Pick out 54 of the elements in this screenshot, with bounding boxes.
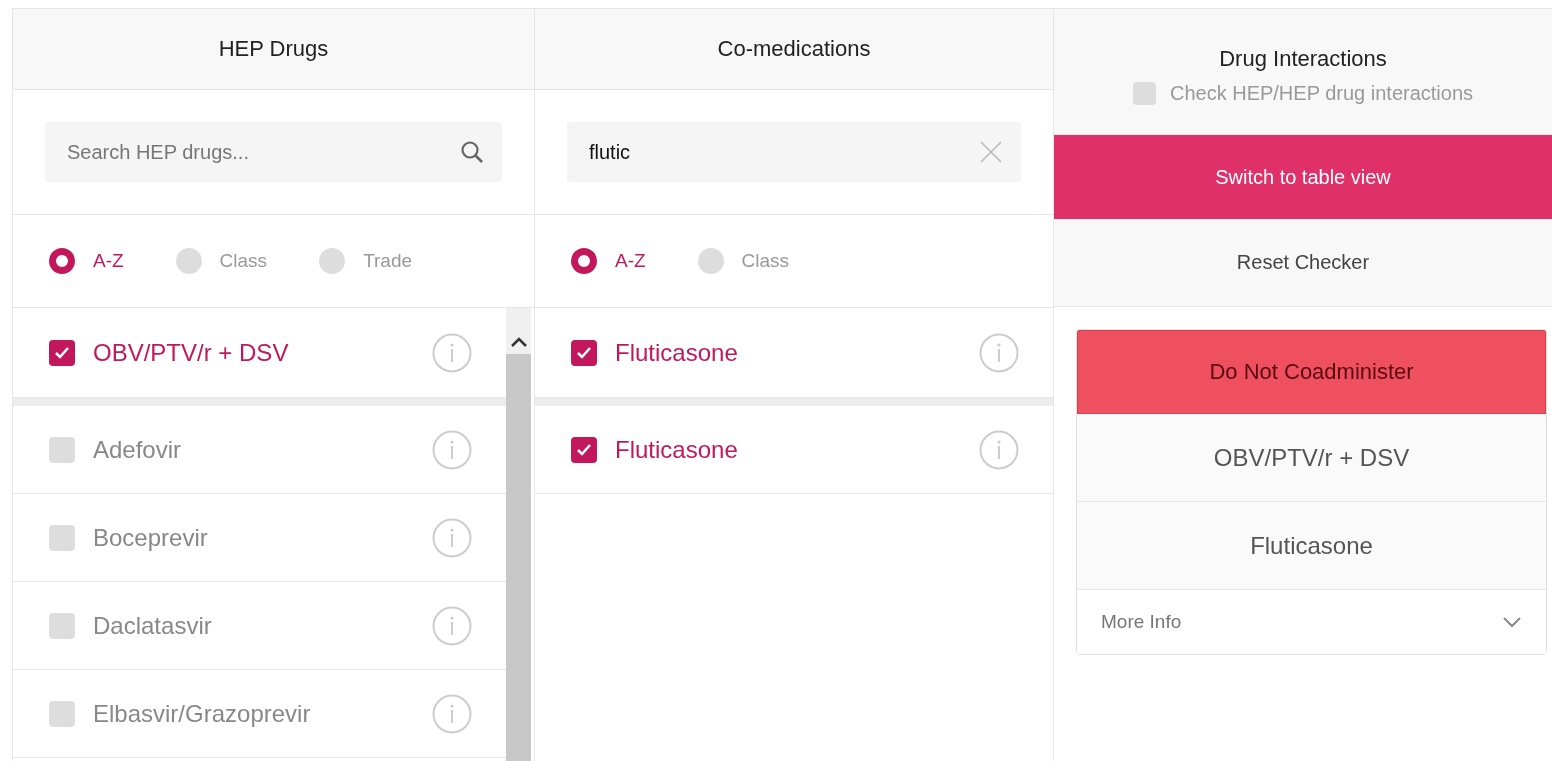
checkbox[interactable] (571, 436, 597, 463)
drug-name: Fluticasone (615, 435, 739, 464)
sort-option[interactable]: Class (697, 248, 790, 274)
checkbox[interactable] (49, 700, 75, 727)
reset-button[interactable]: Reset Checker (1054, 219, 1552, 307)
drug-name: Fluticasone (1077, 502, 1546, 590)
checkbox[interactable] (571, 339, 597, 366)
switch-view-button[interactable]: Switch to table view (1054, 135, 1552, 219)
column-title: Drug Interactions (1219, 46, 1387, 72)
drug-list-item[interactable]: Adefovir (13, 406, 506, 494)
drug-name: Elbasvir/Grazoprevir (93, 699, 312, 728)
info-icon[interactable] (432, 332, 472, 373)
radio-button[interactable] (571, 248, 597, 274)
drug-list-item[interactable]: Fluticasone (535, 406, 1053, 494)
hep-check-option[interactable]: Check HEP/HEP drug interactions (1132, 82, 1474, 105)
checkbox[interactable] (49, 524, 75, 551)
drug-list-item[interactable]: Boceprevir (13, 494, 506, 582)
search-field[interactable]: flutic (567, 122, 1021, 182)
info-icon[interactable] (432, 605, 472, 646)
drug-name: OBV/PTV/r + DSV (1077, 414, 1546, 502)
column-title: HEP Drugs (218, 36, 329, 62)
drug-name: Boceprevir (93, 523, 209, 552)
scroll-up-icon[interactable] (509, 336, 528, 348)
drug-name: OBV/PTV/r + DSV (93, 338, 290, 367)
info-icon[interactable] (979, 429, 1019, 470)
sort-option[interactable]: A-Z (49, 248, 124, 274)
sort-option[interactable]: A-Z (571, 248, 646, 274)
column-title: Co-medications (717, 36, 871, 62)
drug-name: Adefovir (93, 435, 183, 464)
info-icon[interactable] (432, 693, 472, 734)
check-icon (54, 345, 70, 360)
drug-list-item[interactable]: Daclatasvir (13, 582, 506, 670)
search-icon[interactable] (460, 140, 484, 164)
drug-name: Fluticasone (615, 338, 739, 367)
severity-banner: Do Not Coadminister (1077, 330, 1546, 414)
sort-option[interactable]: Trade (319, 248, 413, 274)
drug-name: Daclatasvir (93, 611, 213, 640)
drug-list-item[interactable]: Elbasvir/Grazoprevir (13, 670, 506, 758)
sort-option[interactable]: Class (175, 248, 268, 274)
check-icon (576, 345, 592, 360)
info-icon[interactable] (432, 517, 472, 558)
search-field[interactable]: Search HEP drugs... (45, 122, 502, 182)
checkbox[interactable] (49, 339, 75, 366)
info-icon[interactable] (979, 332, 1019, 373)
radio-button[interactable] (697, 248, 724, 274)
checkbox[interactable] (49, 436, 75, 463)
checkbox[interactable] (49, 612, 75, 639)
radio-button[interactable] (49, 248, 75, 274)
checkbox[interactable] (1132, 82, 1156, 105)
info-icon[interactable] (432, 429, 472, 470)
clear-icon[interactable] (979, 140, 1003, 164)
check-icon (576, 442, 592, 457)
radio-button[interactable] (175, 248, 202, 274)
radio-button[interactable] (319, 248, 346, 274)
